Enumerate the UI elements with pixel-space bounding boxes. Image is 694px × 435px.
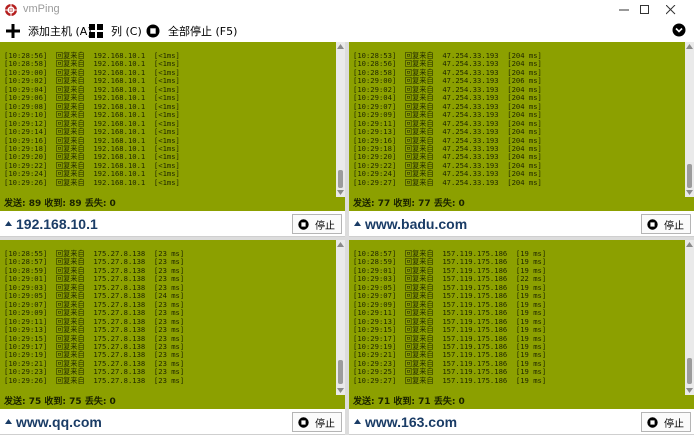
stop-button[interactable]: 停止: [292, 214, 342, 234]
scroll-up-icon[interactable]: [686, 242, 693, 247]
host-name[interactable]: 192.168.10.1: [16, 216, 98, 232]
ping-log: [10:28:53] 回复来自 47.254.33.193 [204 ms] [1…: [349, 42, 694, 197]
scroll-thumb[interactable]: [687, 358, 692, 384]
sent-count: 发送: 77: [353, 199, 391, 209]
window-title: vmPing: [23, 3, 60, 15]
sent-count: 发送: 75: [4, 397, 42, 407]
ping-stats: 发送: 71 收到: 71 丢失: 0: [349, 395, 694, 409]
host-pane: [10:28:55] 回复来自 175.27.8.138 [23 ms] [10:…: [0, 240, 345, 435]
recv-count: 收到: 89: [44, 199, 82, 209]
lost-count: 丢失: 0: [84, 397, 116, 407]
close-icon: [666, 5, 676, 15]
expand-arrow-icon[interactable]: [5, 221, 12, 226]
add-host-button[interactable]: 添加主机 (A): [6, 21, 92, 41]
columns-button[interactable]: 列 (C): [89, 21, 142, 41]
scroll-up-icon[interactable]: [686, 44, 693, 49]
stop-label: 停止: [664, 220, 684, 232]
expand-arrow-icon[interactable]: [354, 419, 361, 424]
host-bar: www.qq.com 停止: [0, 409, 345, 435]
scroll-thumb[interactable]: [687, 164, 692, 188]
recv-count: 收到: 75: [44, 397, 82, 407]
host-bar: www.163.com 停止: [349, 409, 694, 435]
ping-log: [10:28:57] 回复来自 157.119.175.186 [19 ms][…: [349, 240, 694, 395]
stop-circle-icon: [298, 416, 309, 428]
grid-icon: [89, 24, 103, 38]
log-line: [10:29:27] 回复来自 157.119.175.186 [19 ms]: [353, 375, 547, 385]
add-host-label: 添加主机 (A): [28, 25, 92, 38]
chevron-down-icon[interactable]: [672, 23, 686, 37]
stop-button[interactable]: 停止: [641, 214, 691, 234]
scroll-thumb[interactable]: [338, 170, 343, 188]
scroll-down-icon[interactable]: [337, 190, 344, 195]
stop-circle-icon: [647, 416, 658, 428]
log-line: [10:29:26] 回复来自 175.27.8.138 [23 ms]: [4, 375, 185, 385]
close-button[interactable]: [648, 0, 694, 20]
host-name[interactable]: www.163.com: [365, 414, 457, 430]
ping-log-lines: [10:28:55] 回复来自 175.27.8.138 [23 ms] [10:…: [4, 249, 185, 385]
lost-count: 丢失: 0: [433, 397, 465, 407]
scroll-down-icon[interactable]: [686, 190, 693, 195]
expand-arrow-icon[interactable]: [354, 221, 361, 226]
host-pane: [10:28:53] 回复来自 47.254.33.193 [204 ms] [1…: [349, 42, 694, 237]
log-line: [10:29:26] 回复来自 192.168.10.1 [<1ms]: [4, 177, 180, 187]
host-bar: www.badu.com 停止: [349, 211, 694, 237]
host-pane: [10:28:56] 回复来自 192.168.10.1 [<1ms] [10:2…: [0, 42, 345, 237]
scrollbar[interactable]: [685, 42, 694, 197]
lost-count: 丢失: 0: [433, 199, 465, 209]
scroll-down-icon[interactable]: [337, 388, 344, 393]
host-grid: [10:28:56] 回复来自 192.168.10.1 [<1ms] [10:2…: [0, 42, 694, 435]
stop-circle-icon: [647, 218, 658, 230]
scroll-down-icon[interactable]: [686, 388, 693, 393]
title-bar: vmPing: [0, 0, 694, 20]
scrollbar[interactable]: [336, 42, 345, 197]
sent-count: 发送: 89: [4, 199, 42, 209]
scroll-up-icon[interactable]: [337, 44, 344, 49]
ping-stats: 发送: 89 收到: 89 丢失: 0: [0, 197, 345, 211]
stop-all-button[interactable]: 全部停止 (F5): [146, 21, 237, 41]
host-bar: 192.168.10.1 停止: [0, 211, 345, 237]
host-name[interactable]: www.qq.com: [16, 414, 102, 430]
app-logo-icon: [4, 3, 18, 17]
stop-label: 停止: [315, 220, 335, 232]
scroll-up-icon[interactable]: [337, 242, 344, 247]
plus-icon: [6, 24, 20, 38]
scroll-thumb[interactable]: [338, 360, 343, 384]
ping-log-lines: [10:28:56] 回复来自 192.168.10.1 [<1ms] [10:2…: [4, 51, 180, 187]
expand-arrow-icon[interactable]: [5, 419, 12, 424]
host-name[interactable]: www.badu.com: [365, 216, 467, 232]
sent-count: 发送: 71: [353, 397, 391, 407]
ping-log: [10:28:56] 回复来自 192.168.10.1 [<1ms] [10:2…: [0, 42, 345, 197]
lost-count: 丢失: 0: [84, 199, 116, 209]
recv-count: 收到: 71: [393, 397, 431, 407]
stop-button[interactable]: 停止: [292, 412, 342, 432]
host-pane: [10:28:57] 回复来自 157.119.175.186 [19 ms][…: [349, 240, 694, 435]
ping-stats: 发送: 75 收到: 75 丢失: 0: [0, 395, 345, 409]
recv-count: 收到: 77: [393, 199, 431, 209]
stop-button[interactable]: 停止: [641, 412, 691, 432]
columns-label: 列 (C): [111, 25, 142, 38]
stop-all-label: 全部停止 (F5): [168, 25, 238, 38]
ping-log-lines: [10:28:53] 回复来自 47.254.33.193 [204 ms] [1…: [353, 51, 542, 187]
ping-log: [10:28:55] 回复来自 175.27.8.138 [23 ms] [10:…: [0, 240, 345, 395]
stop-label: 停止: [664, 418, 684, 430]
scrollbar[interactable]: [685, 240, 694, 395]
ping-stats: 发送: 77 收到: 77 丢失: 0: [349, 197, 694, 211]
ping-log-lines: [10:28:57] 回复来自 157.119.175.186 [19 ms][…: [353, 249, 547, 385]
toolbar: 添加主机 (A) 列 (C) 全部停止 (F5): [0, 20, 694, 42]
stop-circle-icon: [146, 24, 160, 38]
log-line: [10:29:27] 回复来自 47.254.33.193 [204 ms]: [353, 177, 542, 187]
stop-label: 停止: [315, 418, 335, 430]
stop-circle-icon: [298, 218, 309, 230]
scrollbar[interactable]: [336, 240, 345, 395]
